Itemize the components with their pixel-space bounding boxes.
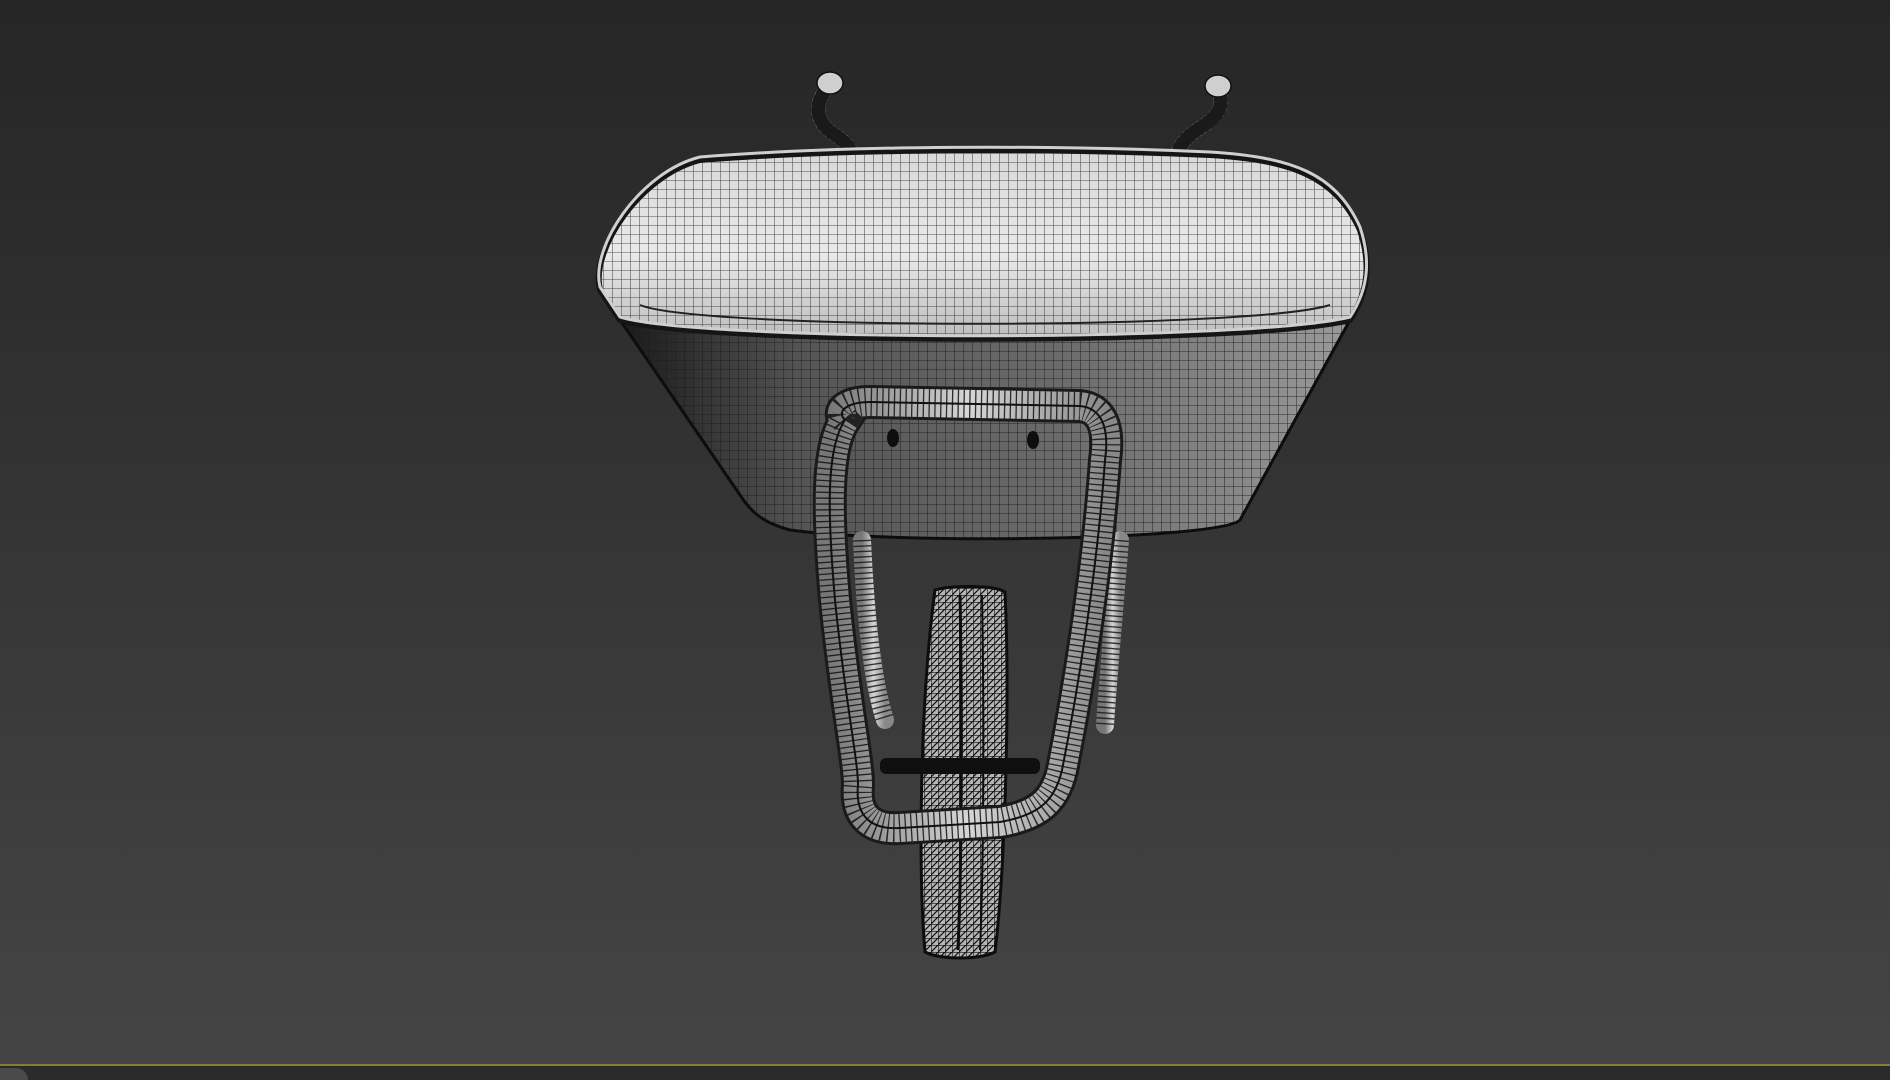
leg-left bbox=[853, 531, 894, 729]
handle-grip-left bbox=[811, 71, 859, 159]
handle-grip-right bbox=[1171, 74, 1232, 159]
wheelbarrow-model[interactable] bbox=[0, 0, 1890, 1080]
status-strip bbox=[0, 1066, 1890, 1080]
tray-inner-surface bbox=[595, 145, 1370, 342]
3d-viewport[interactable] bbox=[0, 0, 1890, 1080]
axle bbox=[880, 758, 1040, 774]
